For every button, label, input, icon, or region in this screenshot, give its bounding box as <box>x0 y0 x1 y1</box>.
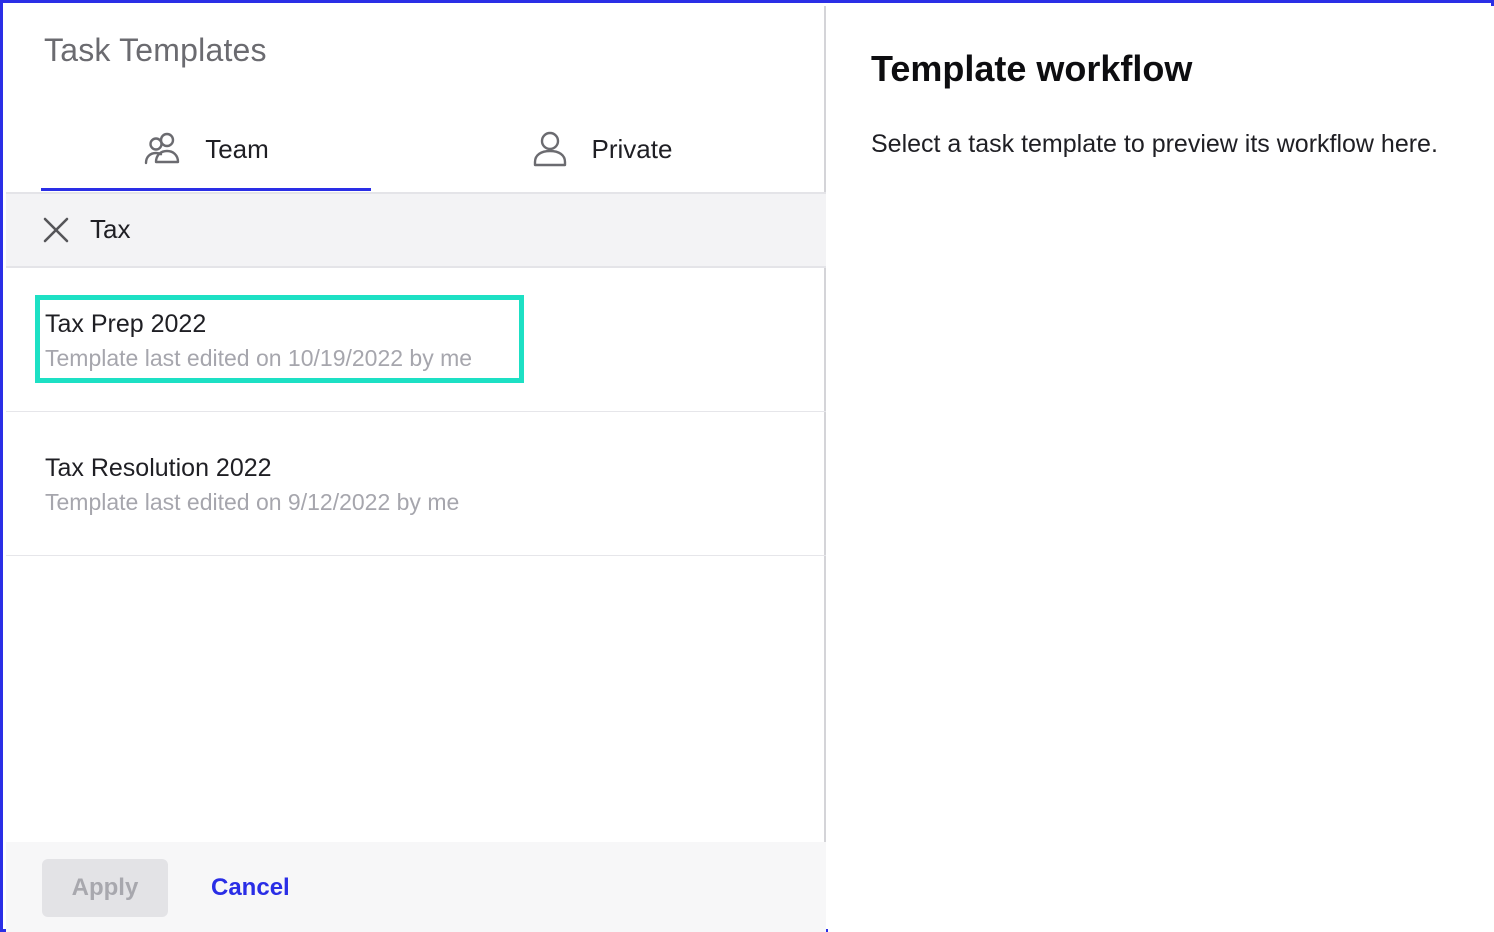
template-item-tax-resolution-2022[interactable]: Tax Resolution 2022 Template last edited… <box>6 412 826 556</box>
panel-title: Task Templates <box>44 32 267 68</box>
tab-team[interactable]: Team <box>41 106 371 192</box>
tab-bar: Team Private <box>6 106 826 194</box>
close-icon[interactable] <box>42 216 70 244</box>
preview-description: Select a task template to preview its wo… <box>871 130 1438 158</box>
search-filter-value[interactable]: Tax <box>90 214 130 245</box>
template-subtitle: Template last edited on 9/12/2022 by me <box>45 489 460 515</box>
preview-title: Template workflow <box>871 48 1193 89</box>
team-icon <box>145 132 180 165</box>
cancel-button[interactable]: Cancel <box>196 859 305 917</box>
tab-private-label: Private <box>591 133 673 164</box>
search-filter-bar: Tax <box>6 194 826 268</box>
apply-button[interactable]: Apply <box>42 859 168 917</box>
dialog-frame: Task Templates Team Private Tax Tax Prep… <box>0 0 1494 932</box>
template-title: Tax Prep 2022 <box>45 310 207 338</box>
user-icon <box>533 131 566 167</box>
template-title: Tax Resolution 2022 <box>45 454 272 482</box>
template-item-tax-prep-2022[interactable]: Tax Prep 2022 Template last edited on 10… <box>6 268 826 412</box>
dialog-footer: Apply Cancel <box>6 842 826 932</box>
tab-private[interactable]: Private <box>436 106 766 192</box>
template-list-panel: Task Templates Team Private Tax Tax Prep… <box>6 6 826 932</box>
tab-team-label: Team <box>205 133 269 164</box>
workflow-preview-panel: Template workflow Select a task template… <box>828 6 1494 932</box>
active-tab-indicator <box>41 188 371 191</box>
template-subtitle: Template last edited on 10/19/2022 by me <box>45 345 473 371</box>
